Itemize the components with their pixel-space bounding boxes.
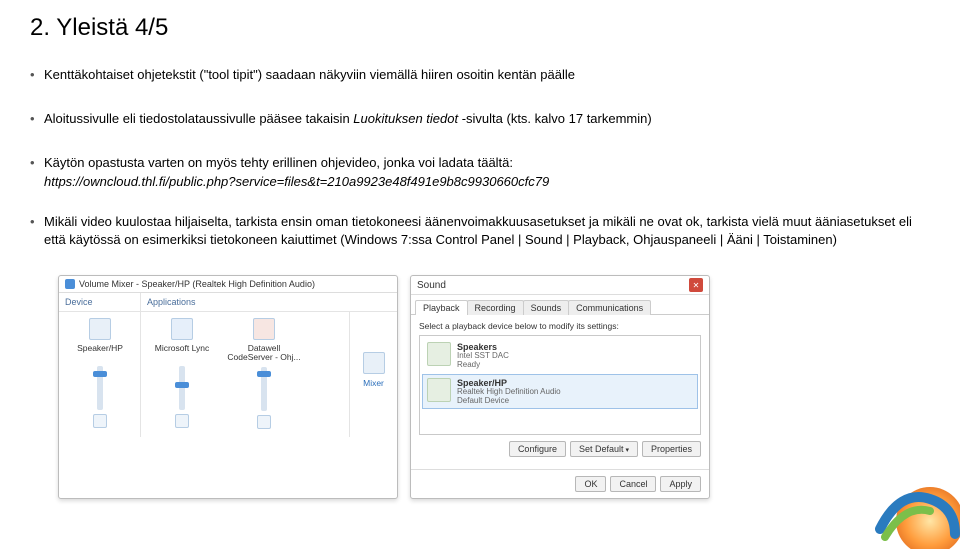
speaker-icon — [427, 342, 451, 366]
bullet-tooltips: Kenttäkohtaiset ohjetekstit ("tool tipit… — [30, 66, 930, 84]
properties-button[interactable]: Properties — [642, 441, 701, 457]
device-status: Default Device — [457, 397, 561, 406]
app-name: Datawell CodeServer - Ohj... — [225, 344, 303, 363]
set-default-button[interactable]: Set Default — [570, 441, 638, 457]
text: Aloitussivulle eli tiedostolataussivulle… — [44, 111, 652, 126]
device-status: Ready — [457, 361, 509, 370]
sound-window: Sound ✕ Playback Recording Sounds Commun… — [410, 275, 710, 499]
app-column: Datawell CodeServer - Ohj... — [223, 312, 305, 437]
bullet-video: Käytön opastusta varten on myös tehty er… — [30, 154, 930, 190]
text: Kenttäkohtaiset ohjetekstit ("tool tipit… — [44, 67, 575, 82]
mute-button[interactable] — [93, 414, 107, 428]
bullet-backlink: Aloitussivulle eli tiedostolataussivulle… — [30, 110, 930, 128]
window-title-bar: Volume Mixer - Speaker/HP (Realtek High … — [59, 276, 397, 293]
cancel-button[interactable]: Cancel — [610, 476, 656, 492]
device-item[interactable]: Speakers Intel SST DAC Ready — [422, 338, 698, 374]
app-column: Microsoft Lync — [141, 312, 223, 437]
applications-label: Applications — [141, 293, 397, 312]
tab-sounds[interactable]: Sounds — [523, 300, 570, 315]
tab-recording[interactable]: Recording — [467, 300, 524, 315]
tab-playback[interactable]: Playback — [415, 300, 468, 315]
volume-slider[interactable] — [97, 366, 103, 410]
speaker-icon — [65, 279, 75, 289]
tab-communications[interactable]: Communications — [568, 300, 651, 315]
speaker-icon — [427, 378, 451, 402]
window-title: Sound — [417, 280, 446, 291]
volume-mixer-window: Volume Mixer - Speaker/HP (Realtek High … — [58, 275, 398, 499]
volume-slider[interactable] — [179, 366, 185, 410]
device-label: Device — [59, 293, 140, 312]
text: Mikäli video kuulostaa hiljaiselta, tark… — [44, 214, 912, 247]
configure-button[interactable]: Configure — [509, 441, 566, 457]
app-name: Microsoft Lync — [143, 344, 221, 362]
device-icon — [89, 318, 111, 340]
mute-button[interactable] — [175, 414, 189, 428]
device-list[interactable]: Speakers Intel SST DAC Ready Speaker/HP … — [419, 335, 701, 435]
device-item[interactable]: Speaker/HP Realtek High Definition Audio… — [422, 374, 698, 410]
app-icon — [171, 318, 193, 340]
app-icon — [253, 318, 275, 340]
mute-button[interactable] — [257, 415, 271, 429]
tabs: Playback Recording Sounds Communications — [411, 295, 709, 315]
bullet-audiosettings: Mikäli video kuulostaa hiljaiselta, tark… — [30, 213, 930, 249]
window-title: Volume Mixer - Speaker/HP (Realtek High … — [79, 279, 315, 289]
instruction-text: Select a playback device below to modify… — [419, 321, 701, 331]
device-column: Speaker/HP — [59, 312, 141, 437]
slide-title: 2. Yleistä 4/5 — [30, 14, 930, 42]
video-url: https://owncloud.thl.fi/public.php?servi… — [44, 174, 549, 189]
device-name: Speaker/HP — [61, 344, 139, 362]
decor-corner-icon — [860, 459, 960, 549]
text: Käytön opastusta varten on myös tehty er… — [44, 155, 513, 170]
close-icon[interactable]: ✕ — [689, 278, 703, 292]
screenshots: Volume Mixer - Speaker/HP (Realtek High … — [30, 275, 930, 499]
apply-button[interactable]: Apply — [660, 476, 701, 492]
mixer-icon — [363, 352, 385, 374]
volume-slider[interactable] — [261, 367, 267, 411]
ok-button[interactable]: OK — [575, 476, 606, 492]
mixer-label[interactable]: Mixer — [350, 378, 397, 388]
